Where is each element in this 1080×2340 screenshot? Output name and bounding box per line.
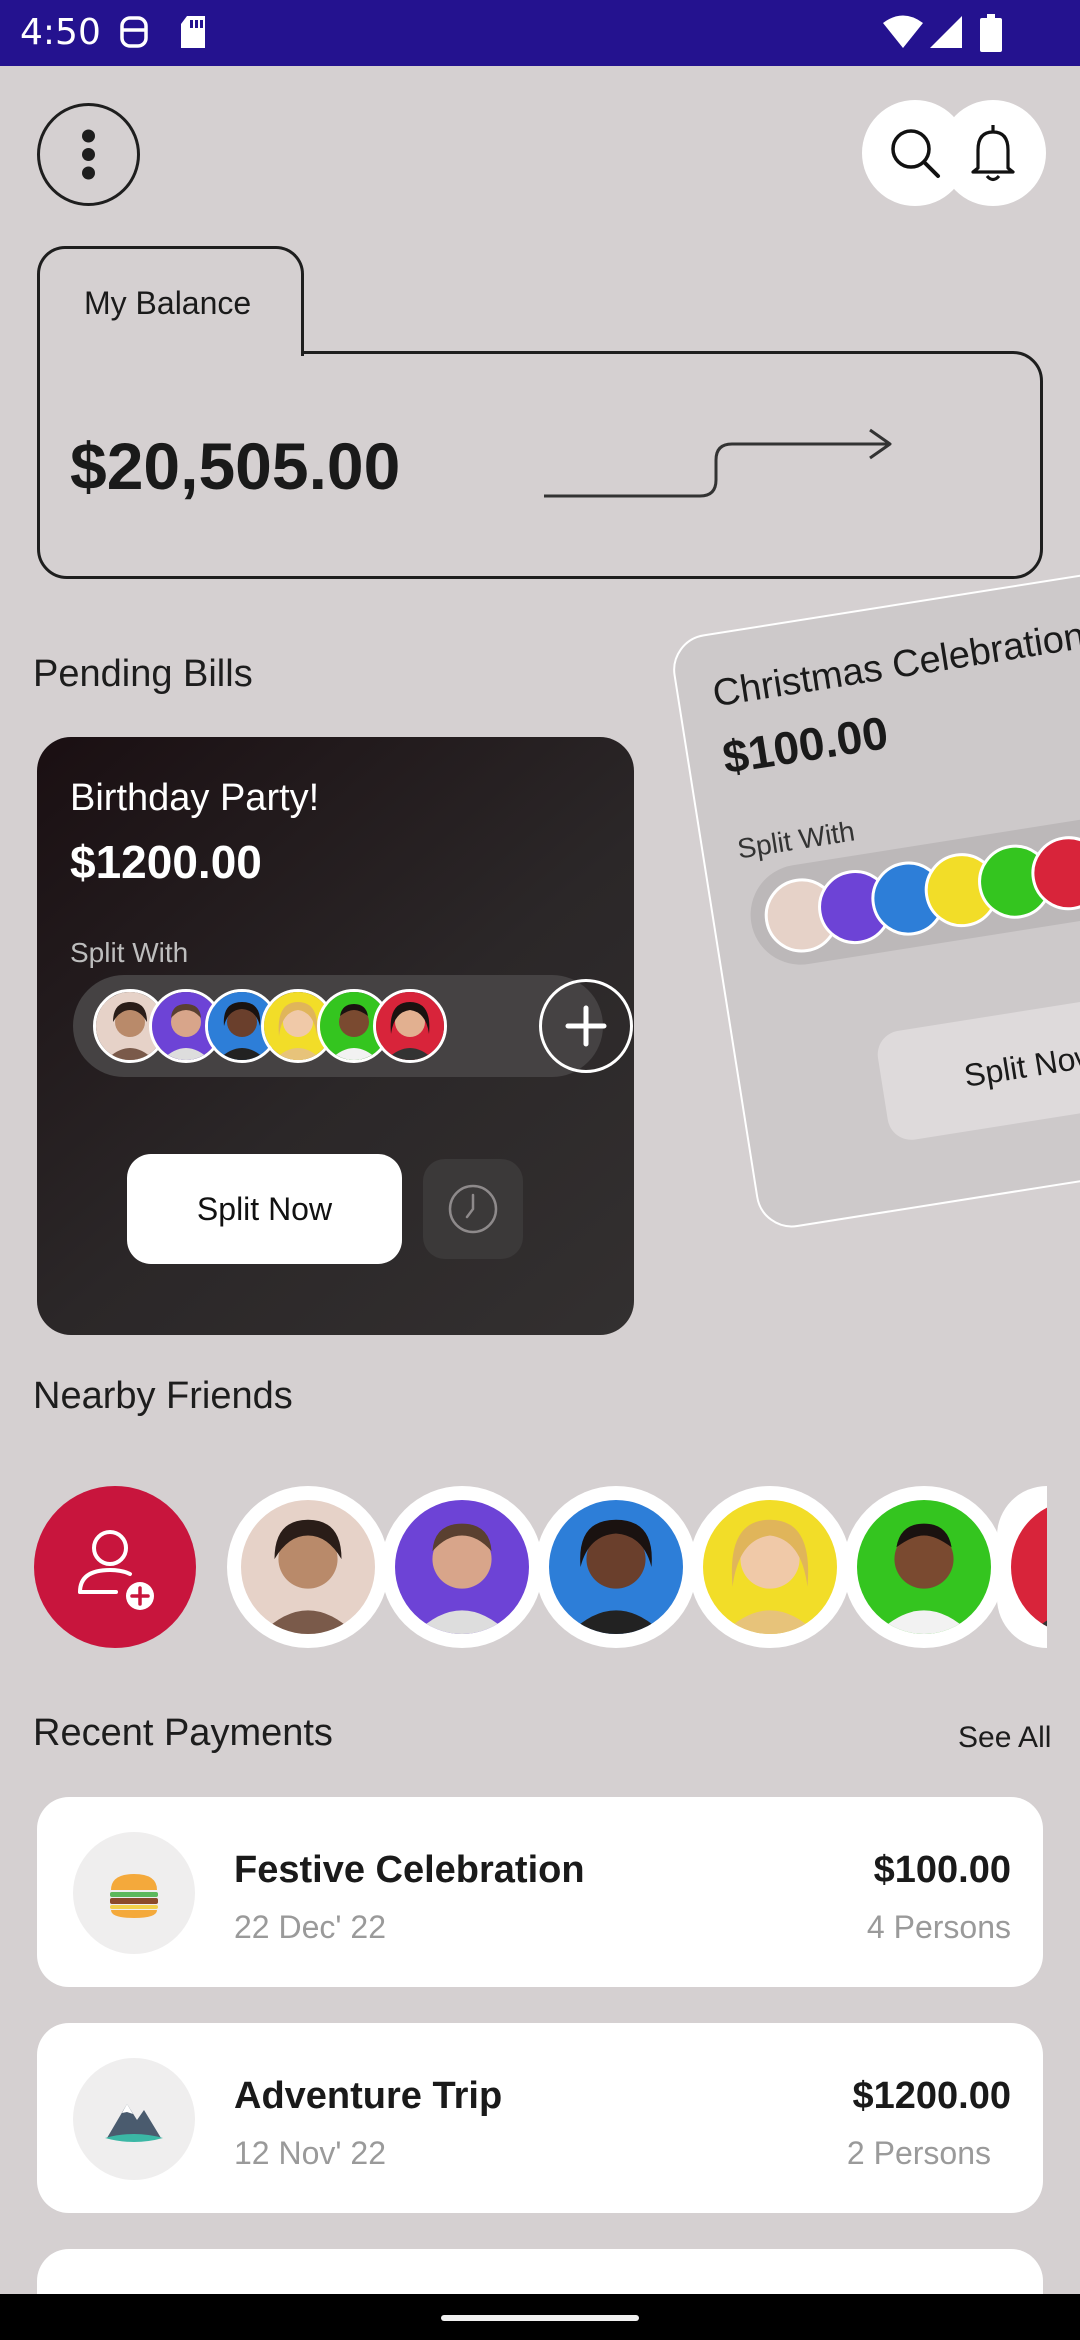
signal-icon — [930, 16, 962, 48]
payment-date: 22 Dec' 22 — [234, 1909, 386, 1945]
split-with-label: Split With — [70, 937, 189, 968]
header-actions — [862, 100, 1046, 206]
payment-icon-container — [73, 1832, 195, 1954]
menu-button[interactable] — [37, 103, 140, 206]
recent-payments-title: Recent Payments — [33, 1712, 333, 1754]
payment-persons: 4 Persons — [866, 1909, 1011, 1945]
my-balance-tab[interactable]: My Balance — [37, 246, 304, 356]
bill-amount: $1200.00 — [70, 836, 262, 888]
payment-name: Festive Celebration — [234, 1849, 585, 1891]
arrow-right-icon — [544, 428, 892, 498]
bell-icon — [971, 125, 1015, 182]
friend-avatar[interactable] — [535, 1486, 697, 1648]
friend-avatar[interactable] — [997, 1486, 1047, 1648]
payment-card[interactable]: Adventure Trip 12 Nov' 22 $1200.00 2 Per… — [37, 2023, 1043, 2213]
friend-avatar[interactable] — [227, 1486, 389, 1648]
add-person-icon — [78, 1530, 154, 1610]
bill-title: Christmas Celebration — [709, 615, 1080, 716]
bill-amount: $100.00 — [719, 706, 892, 784]
split-avatar-strip — [73, 975, 633, 1077]
notification-button[interactable] — [940, 100, 1046, 206]
sim-toolkit-icon — [120, 16, 148, 48]
wifi-icon — [883, 15, 923, 48]
add-friend-button[interactable] — [34, 1486, 196, 1648]
payment-name: Adventure Trip — [234, 2075, 503, 2117]
payment-amount: $100.00 — [873, 1849, 1011, 1891]
home-handle[interactable] — [441, 2315, 639, 2321]
payment-icon-container — [73, 2058, 195, 2180]
more-vert-icon — [82, 129, 95, 180]
avatar — [373, 989, 447, 1063]
sd-card-icon — [181, 16, 205, 48]
add-participant-button[interactable] — [539, 979, 633, 1073]
friend-avatar[interactable] — [843, 1486, 1005, 1648]
status-bar: 4:50 — [0, 0, 1080, 66]
split-now-button[interactable]: Split Now — [874, 987, 1080, 1144]
bill-card-birthday[interactable]: Birthday Party! $1200.00 Split With Spli… — [37, 737, 634, 1335]
balance-card[interactable]: $20,505.00 — [37, 351, 1043, 579]
payment-card[interactable]: Festive Celebration 22 Dec' 22 $100.00 4… — [37, 1797, 1043, 1987]
pending-bills-title: Pending Bills — [33, 653, 253, 695]
bill-title: Birthday Party! — [70, 777, 320, 819]
schedule-button[interactable] — [423, 1159, 523, 1259]
payment-amount: $1200.00 — [852, 2075, 1012, 2117]
nearby-friends-title: Nearby Friends — [33, 1375, 293, 1417]
mountain-icon — [105, 2104, 163, 2142]
balance-amount: $20,505.00 — [70, 429, 401, 503]
battery-icon — [980, 14, 1002, 52]
see-all-link[interactable]: See All — [958, 1721, 1051, 1755]
clock-icon — [448, 1184, 498, 1234]
status-time: 4:50 — [20, 12, 101, 53]
plus-icon — [565, 1005, 607, 1047]
system-nav-bar — [0, 2294, 1080, 2340]
payment-date: 12 Nov' 22 — [234, 2135, 386, 2171]
split-now-button[interactable]: Split Now — [127, 1154, 402, 1264]
friend-avatar[interactable] — [381, 1486, 543, 1648]
burger-icon — [110, 1874, 158, 1918]
friend-avatar[interactable] — [689, 1486, 851, 1648]
payment-persons: 2 Persons — [846, 2135, 991, 2171]
split-avatar-strip — [743, 785, 1080, 972]
bill-card-christmas[interactable]: Christmas Celebration $100.00 Split With… — [668, 552, 1080, 1233]
